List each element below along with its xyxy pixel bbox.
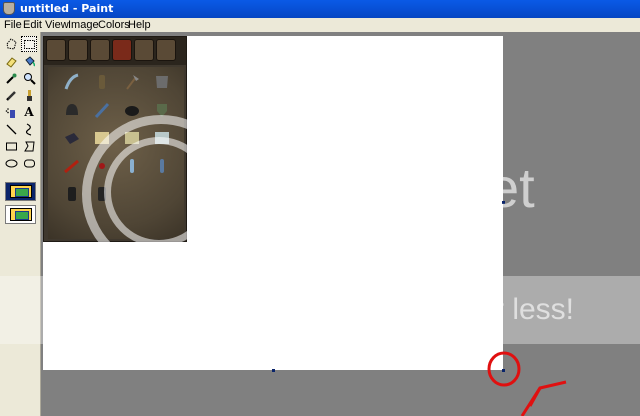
- menu-help[interactable]: Help: [128, 18, 151, 32]
- paint-app-icon[interactable]: [3, 2, 15, 15]
- menu-bar: File Edit View Image Colors Help: [0, 18, 640, 32]
- polygon-icon[interactable]: [21, 138, 37, 154]
- magnifier-icon[interactable]: [21, 70, 37, 86]
- brush-icon[interactable]: [21, 87, 37, 103]
- ellipse-icon[interactable]: [3, 155, 19, 171]
- text-icon[interactable]: A: [21, 104, 37, 120]
- inventory-tab-strip: [44, 37, 186, 65]
- equipment-tab-icon: [134, 39, 154, 61]
- platebody-icon: [152, 73, 172, 91]
- curve-icon[interactable]: [21, 121, 37, 137]
- canvas-resize-handle-bottom[interactable]: [272, 369, 275, 372]
- combat-tab-icon: [46, 39, 66, 61]
- watermark-text-top: et: [488, 156, 535, 219]
- pencil-icon[interactable]: [3, 87, 19, 103]
- eraser-icon[interactable]: [3, 53, 19, 69]
- cape-icon: [62, 185, 82, 203]
- menu-edit[interactable]: Edit: [23, 18, 42, 32]
- quest-tab-icon: [90, 39, 110, 61]
- airbrush-icon[interactable]: [3, 104, 19, 120]
- title-bar: untitled - Paint: [0, 0, 640, 18]
- annotation-circle-arrow-icon: [487, 351, 567, 416]
- watermark-logo-ring-inner: [104, 137, 214, 247]
- opaque-option-icon: [9, 185, 32, 198]
- rectangle-icon[interactable]: [3, 138, 19, 154]
- menu-file[interactable]: File: [4, 18, 22, 32]
- menu-colors[interactable]: Colors: [98, 18, 130, 32]
- color-picker-icon[interactable]: [3, 70, 19, 86]
- stats-tab-icon: [68, 39, 88, 61]
- watermark-text-bottom: r less!: [494, 293, 575, 326]
- pouch-icon: [122, 101, 142, 119]
- rect-select-icon[interactable]: [21, 36, 37, 52]
- inventory-tab-icon: [112, 39, 132, 61]
- opaque-selection-option[interactable]: [5, 182, 36, 201]
- window-title: untitled - Paint: [20, 2, 114, 15]
- rounded-rect-icon[interactable]: [21, 155, 37, 171]
- rune-scimitar-icon: [62, 73, 82, 91]
- bolt-rack-icon: [92, 73, 112, 91]
- prayer-tab-icon: [156, 39, 176, 61]
- text-tool-glyph: A: [24, 105, 34, 119]
- fire-staff-icon: [62, 157, 82, 175]
- dagger-icon: [92, 101, 112, 119]
- menu-image[interactable]: Image: [68, 18, 99, 32]
- gloves-icon: [62, 129, 82, 147]
- line-icon[interactable]: [3, 121, 19, 137]
- transparent-selection-option[interactable]: [5, 205, 36, 224]
- transparent-option-icon: [9, 208, 32, 221]
- free-form-select-icon[interactable]: [3, 36, 19, 52]
- tool-box: A: [0, 32, 41, 416]
- menu-view[interactable]: View: [45, 18, 69, 32]
- axe-icon: [122, 73, 142, 91]
- helmet-icon: [62, 101, 82, 119]
- fill-bucket-icon[interactable]: [21, 53, 37, 69]
